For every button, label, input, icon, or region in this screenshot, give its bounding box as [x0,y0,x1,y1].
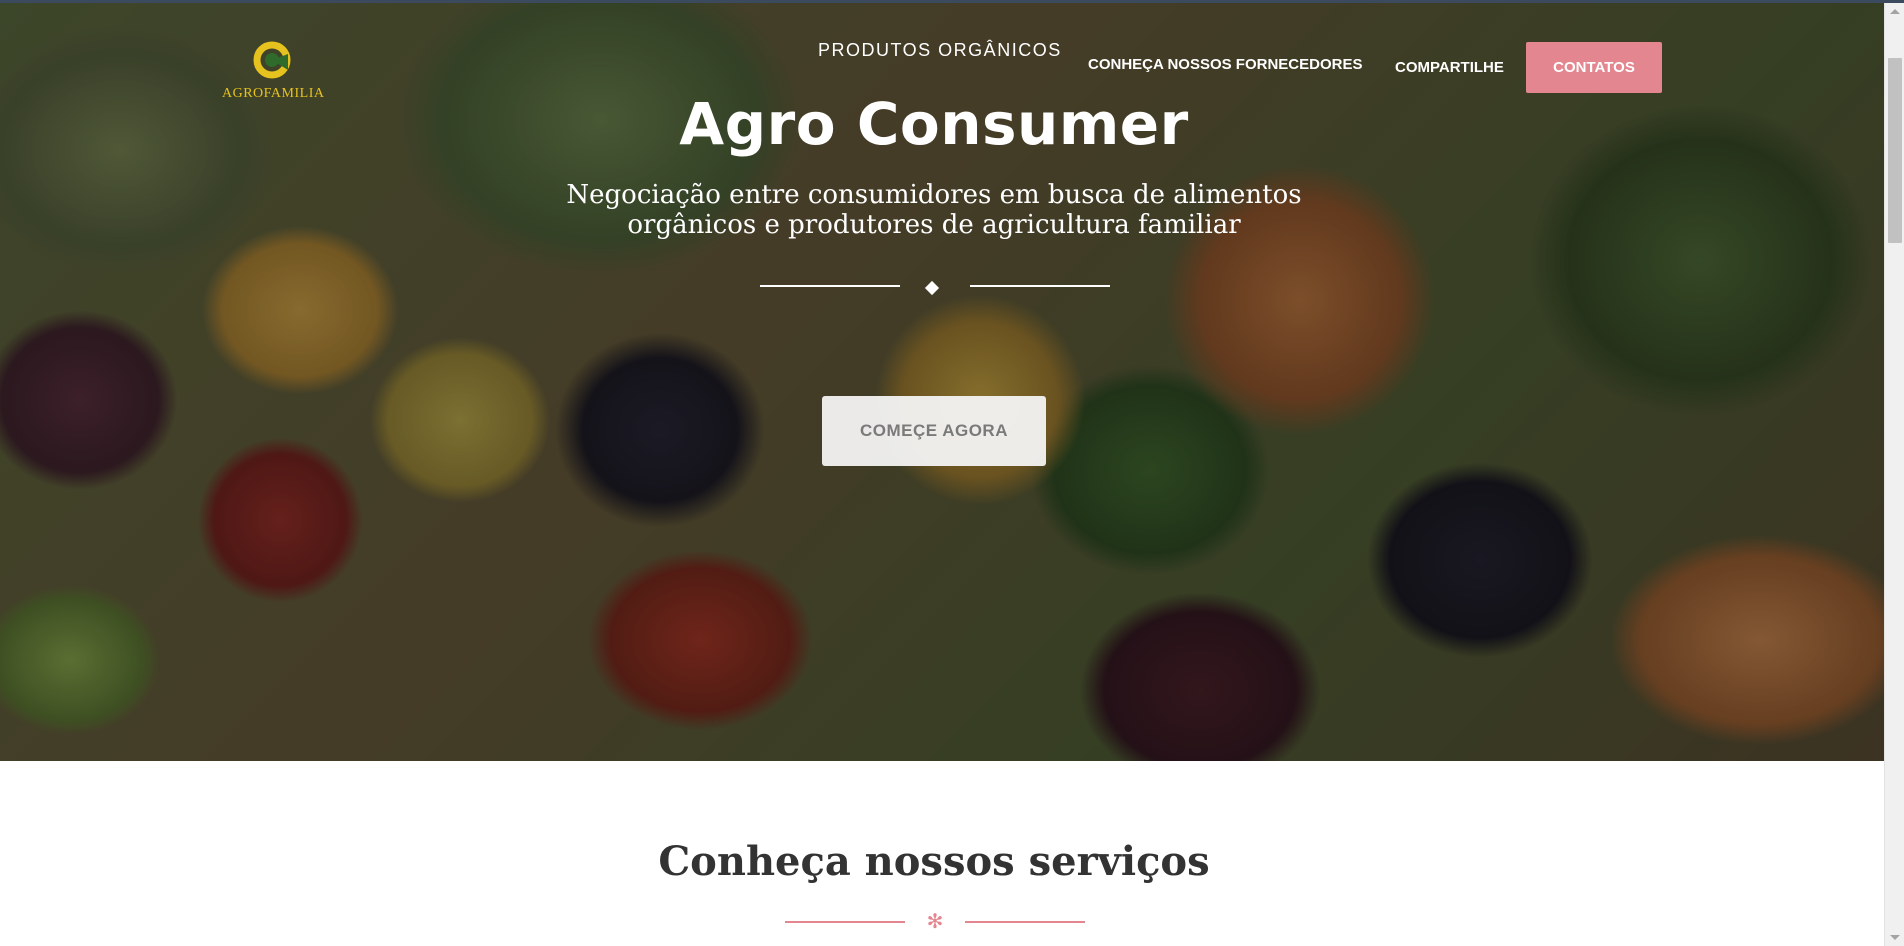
window-top-border [0,0,1904,3]
start-now-button[interactable]: COMEÇE AGORA [822,396,1046,466]
hero-divider-right [970,285,1110,287]
vertical-scrollbar[interactable] [1884,3,1904,946]
nav-contatos-button[interactable]: CONTATOS [1526,42,1662,93]
nav-conheca-fornecedores[interactable]: CONHEÇA NOSSOS FORNECEDORES [1088,56,1362,73]
scrollbar-thumb[interactable] [1888,58,1902,243]
hero-title: Agro Consumer [679,90,1189,158]
nav-produtos-organicos[interactable]: PRODUTOS ORGÂNICOS [818,40,1062,61]
scroll-up-arrow-icon[interactable] [1885,3,1904,20]
logo-icon [253,41,291,79]
services-divider-left [785,921,905,923]
services-divider-right [965,921,1085,923]
services-title: Conheça nossos serviços [658,838,1210,885]
nav-compartilhe[interactable]: COMPARTILHE [1395,59,1504,76]
hero-divider-left [760,285,900,287]
scroll-down-arrow-icon[interactable] [1885,929,1904,946]
hero-subtitle: Negociação entre consumidores em busca d… [566,180,1302,240]
asterisk-icon: ✻ [926,909,944,933]
